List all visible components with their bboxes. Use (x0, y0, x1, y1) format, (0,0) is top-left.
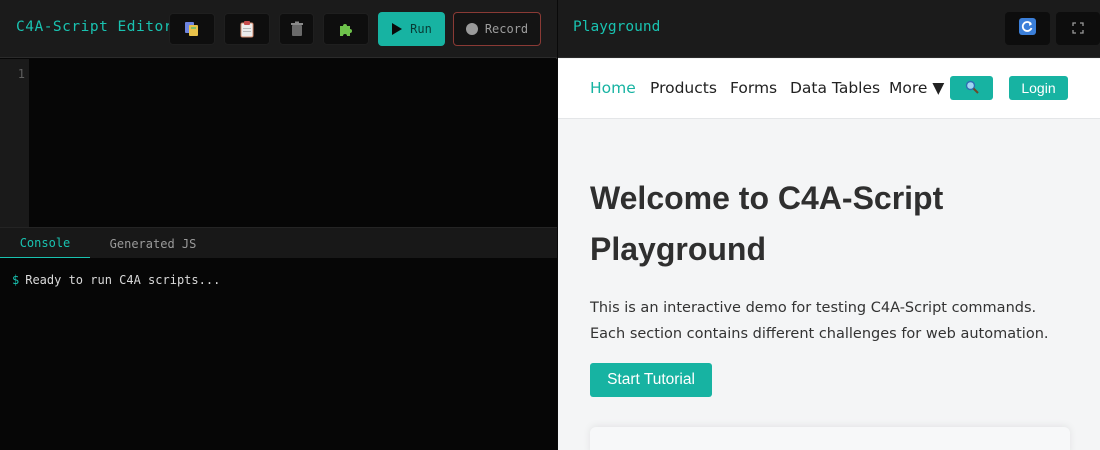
refresh-icon (1019, 18, 1036, 39)
record-dot-icon (465, 23, 478, 35)
tab-generated-js[interactable]: Generated JS (96, 228, 210, 259)
playground-site: Home Products Forms Data Tables More ▼ L… (558, 59, 1100, 450)
nav-search-button[interactable] (950, 76, 993, 100)
hero-description: This is an interactive demo for testing … (590, 300, 1049, 342)
copy-icon (183, 20, 201, 38)
fullscreen-icon (1072, 19, 1084, 38)
run-button[interactable]: Run (378, 12, 445, 46)
nav-home[interactable]: Home (590, 79, 636, 97)
start-tutorial-button[interactable]: Start Tutorial (590, 363, 712, 397)
search-icon (965, 79, 979, 98)
console-message: Ready to run C4A scripts... (25, 273, 221, 287)
nav-products[interactable]: Products (650, 79, 717, 97)
code-editor[interactable]: 1 (0, 59, 557, 227)
fullscreen-button[interactable] (1056, 12, 1100, 45)
clipboard-icon (238, 20, 256, 38)
record-label: Record (484, 22, 529, 36)
editor-title: C4A-Script Editor (16, 19, 173, 35)
playground-pane: Playground Home Products Forms Data Tabl… (558, 0, 1100, 450)
hero-title: Welcome to C4A-Script Playground (590, 180, 944, 267)
site-navbar: Home Products Forms Data Tables More ▼ L… (558, 59, 1100, 119)
copy-button[interactable] (169, 13, 215, 45)
login-button[interactable]: Login (1009, 76, 1068, 100)
line-gutter: 1 (0, 59, 29, 227)
playground-title: Playground (573, 19, 661, 35)
clear-button[interactable] (279, 13, 314, 45)
console-output: $ Ready to run C4A scripts... (0, 258, 557, 450)
paste-button[interactable] (224, 13, 270, 45)
record-button[interactable]: Record (453, 12, 541, 46)
nav-forms[interactable]: Forms (730, 79, 777, 97)
console-tabs: Console Generated JS (0, 227, 557, 259)
playground-header: Playground (558, 0, 1100, 58)
play-icon (391, 23, 403, 35)
tab-console[interactable]: Console (0, 228, 90, 259)
editor-header: C4A-Script Editor Run Record (0, 0, 557, 58)
extension-button[interactable] (323, 13, 369, 45)
line-number: 1 (17, 67, 25, 81)
editor-pane: C4A-Script Editor Run Record 1 Console G… (0, 0, 557, 450)
reset-button[interactable] (1005, 12, 1050, 45)
trash-icon (290, 21, 304, 37)
run-label: Run (410, 22, 432, 36)
puzzle-icon (337, 20, 355, 38)
content-card (590, 427, 1070, 450)
console-prompt: $ (12, 273, 20, 287)
nav-data-tables[interactable]: Data Tables (790, 79, 880, 97)
console-line: $ Ready to run C4A scripts... (12, 273, 220, 287)
nav-more[interactable]: More ▼ (889, 79, 944, 97)
